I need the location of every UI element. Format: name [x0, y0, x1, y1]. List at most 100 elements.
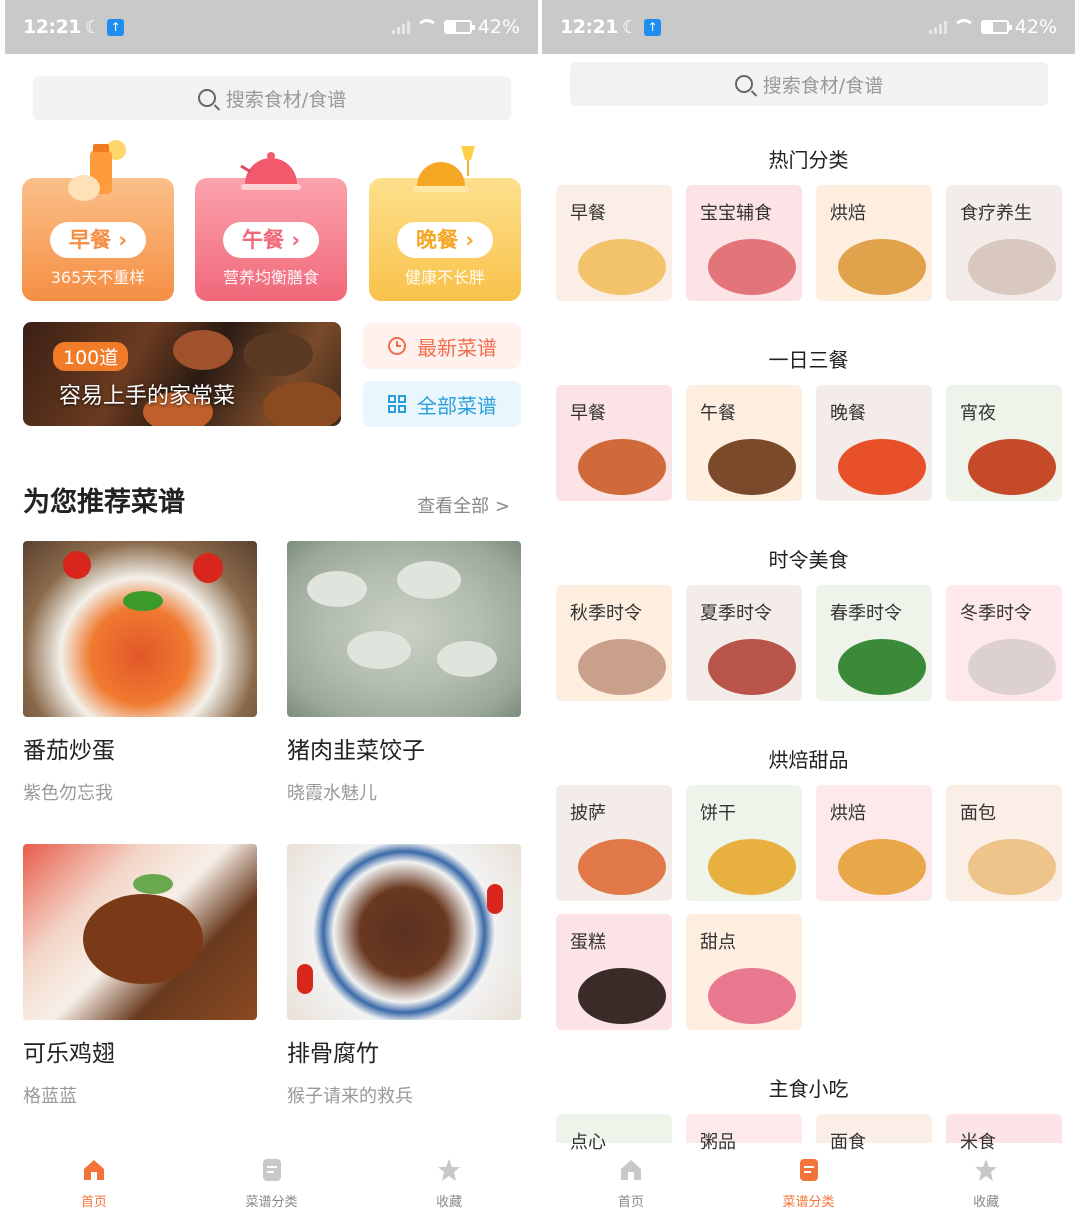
category-tile[interactable]: 午餐: [686, 385, 802, 501]
category-image: [708, 439, 796, 495]
category-image: [578, 968, 666, 1024]
category-label: 米食: [960, 1132, 996, 1153]
tab-categories-label: 菜谱分类: [245, 1194, 298, 1210]
category-image: [578, 639, 666, 695]
newest-recipes-button[interactable]: 最新菜谱: [363, 323, 521, 369]
star-icon: [438, 1158, 461, 1181]
category-label: 甜点: [700, 932, 736, 953]
tab-home[interactable]: 首页: [542, 1143, 720, 1223]
category-label: 点心: [570, 1132, 606, 1153]
recipe-card[interactable]: 番茄炒蛋 紫色勿忘我: [23, 541, 257, 805]
recipe-card[interactable]: 可乐鸡翅 格蓝蓝: [23, 844, 257, 1108]
category-tile[interactable]: 冬季时令: [946, 585, 1062, 701]
category-section-title: 烘焙甜品: [768, 748, 849, 772]
document-icon: [799, 1158, 818, 1181]
category-image: [968, 439, 1056, 495]
breakfast-button[interactable]: 早餐 ›: [50, 222, 146, 258]
categories-screen: 12:21 ☾ ↑ 42% 搜索食材/食谱 早餐 宝宝辅食 烘焙 食疗养生 早餐 午餐 晚餐…: [542, 0, 1075, 1223]
category-section-title: 热门分类: [768, 148, 849, 172]
category-tile[interactable]: 面包: [946, 785, 1062, 901]
category-section-title: 一日三餐: [768, 348, 849, 372]
breakfast-subtitle: 365天不重样: [50, 268, 146, 287]
category-tile[interactable]: 晚餐: [816, 385, 932, 501]
search-bar[interactable]: 搜索食材/食谱: [33, 76, 511, 120]
battery-percent: 42%: [477, 16, 520, 38]
category-label: 午餐: [700, 403, 736, 424]
category-tile[interactable]: 烘焙: [816, 785, 932, 901]
category-tile[interactable]: 食疗养生: [946, 185, 1062, 301]
dinner-card[interactable]: 晚餐 › 健康不长胖: [369, 136, 521, 301]
grid-icon: [388, 395, 406, 413]
category-image: [708, 239, 796, 295]
category-tile[interactable]: 宝宝辅食: [686, 185, 802, 301]
status-bar: 12:21 ☾ ↑ 42%: [542, 0, 1075, 54]
category-label: 面食: [830, 1132, 866, 1153]
category-label: 早餐: [570, 203, 606, 224]
all-recipes-label: 全部菜谱: [417, 393, 497, 418]
recipe-card[interactable]: 猪肉韭菜饺子 晓霞水魅儿: [287, 541, 521, 805]
battery-percent: 42%: [1014, 16, 1057, 38]
wifi-icon: [415, 19, 438, 35]
category-section-title: 主食小吃: [768, 1077, 849, 1101]
category-tile[interactable]: 宵夜: [946, 385, 1062, 501]
category-tile[interactable]: 甜点: [686, 914, 802, 1030]
tab-categories-label: 菜谱分类: [782, 1194, 835, 1210]
lunch-button[interactable]: 午餐 ›: [223, 222, 319, 258]
all-recipes-button[interactable]: 全部菜谱: [363, 381, 521, 427]
category-image: [708, 639, 796, 695]
category-image: [838, 239, 926, 295]
recipe-author: 晓霞水魅儿: [287, 783, 377, 804]
recipe-name: 可乐鸡翅: [23, 1041, 115, 1067]
tab-favorites[interactable]: 收藏: [360, 1143, 538, 1223]
signal-icon: [928, 20, 947, 34]
category-image: [578, 439, 666, 495]
recipe-name: 猪肉韭菜饺子: [287, 738, 425, 764]
category-tile[interactable]: 早餐: [556, 385, 672, 501]
category-tile[interactable]: 早餐: [556, 185, 672, 301]
category-tile[interactable]: 饼干: [686, 785, 802, 901]
category-tile[interactable]: 蛋糕: [556, 914, 672, 1030]
tab-home[interactable]: 首页: [5, 1143, 183, 1223]
breakfast-icon: [68, 140, 126, 201]
recipe-card[interactable]: 排骨腐竹 猴子请来的救兵: [287, 844, 521, 1108]
home-icon: [620, 1159, 641, 1180]
moon-icon: ☾: [84, 16, 102, 38]
lunch-card[interactable]: 午餐 › 营养均衡膳食: [195, 136, 347, 301]
category-tile[interactable]: 春季时令: [816, 585, 932, 701]
search-bar[interactable]: 搜索食材/食谱: [570, 62, 1048, 106]
category-image: [578, 839, 666, 895]
tab-favorites[interactable]: 收藏: [897, 1143, 1075, 1223]
see-all-link[interactable]: 查看全部 >: [417, 492, 510, 518]
wifi-icon: [952, 19, 975, 35]
dinner-icon: [413, 146, 475, 192]
category-label: 面包: [960, 803, 996, 824]
category-label: 宵夜: [960, 403, 996, 424]
category-label: 夏季时令: [700, 603, 772, 624]
clock-icon: [388, 337, 406, 355]
category-image: [708, 968, 796, 1024]
category-image: [708, 839, 796, 895]
category-label: 饼干: [700, 803, 736, 824]
battery-icon: [980, 20, 1012, 34]
lunch-subtitle: 营养均衡膳食: [222, 268, 319, 287]
category-label: 秋季时令: [570, 603, 642, 624]
breakfast-card[interactable]: 早餐 › 365天不重样: [22, 136, 174, 301]
dinner-button[interactable]: 晚餐 ›: [397, 222, 493, 258]
recipe-photo: [287, 844, 521, 1020]
tab-bar: 首页 菜谱分类 收藏: [5, 1143, 538, 1223]
banner-title: 容易上手的家常菜: [59, 384, 236, 409]
category-tile[interactable]: 烘焙: [816, 185, 932, 301]
category-label: 冬季时令: [960, 603, 1032, 624]
category-tile[interactable]: 披萨: [556, 785, 672, 901]
category-tile[interactable]: 秋季时令: [556, 585, 672, 701]
category-image: [838, 839, 926, 895]
recipe-author: 格蓝蓝: [23, 1086, 77, 1107]
category-label: 披萨: [570, 803, 606, 824]
tab-categories[interactable]: 菜谱分类: [183, 1143, 361, 1223]
tab-categories[interactable]: 菜谱分类: [720, 1143, 898, 1223]
category-label: 宝宝辅食: [700, 203, 772, 224]
home-cooking-banner[interactable]: 100道 容易上手的家常菜: [23, 322, 341, 426]
recipe-photo: [287, 541, 521, 717]
tab-home-label: 首页: [80, 1194, 107, 1210]
category-tile[interactable]: 夏季时令: [686, 585, 802, 701]
